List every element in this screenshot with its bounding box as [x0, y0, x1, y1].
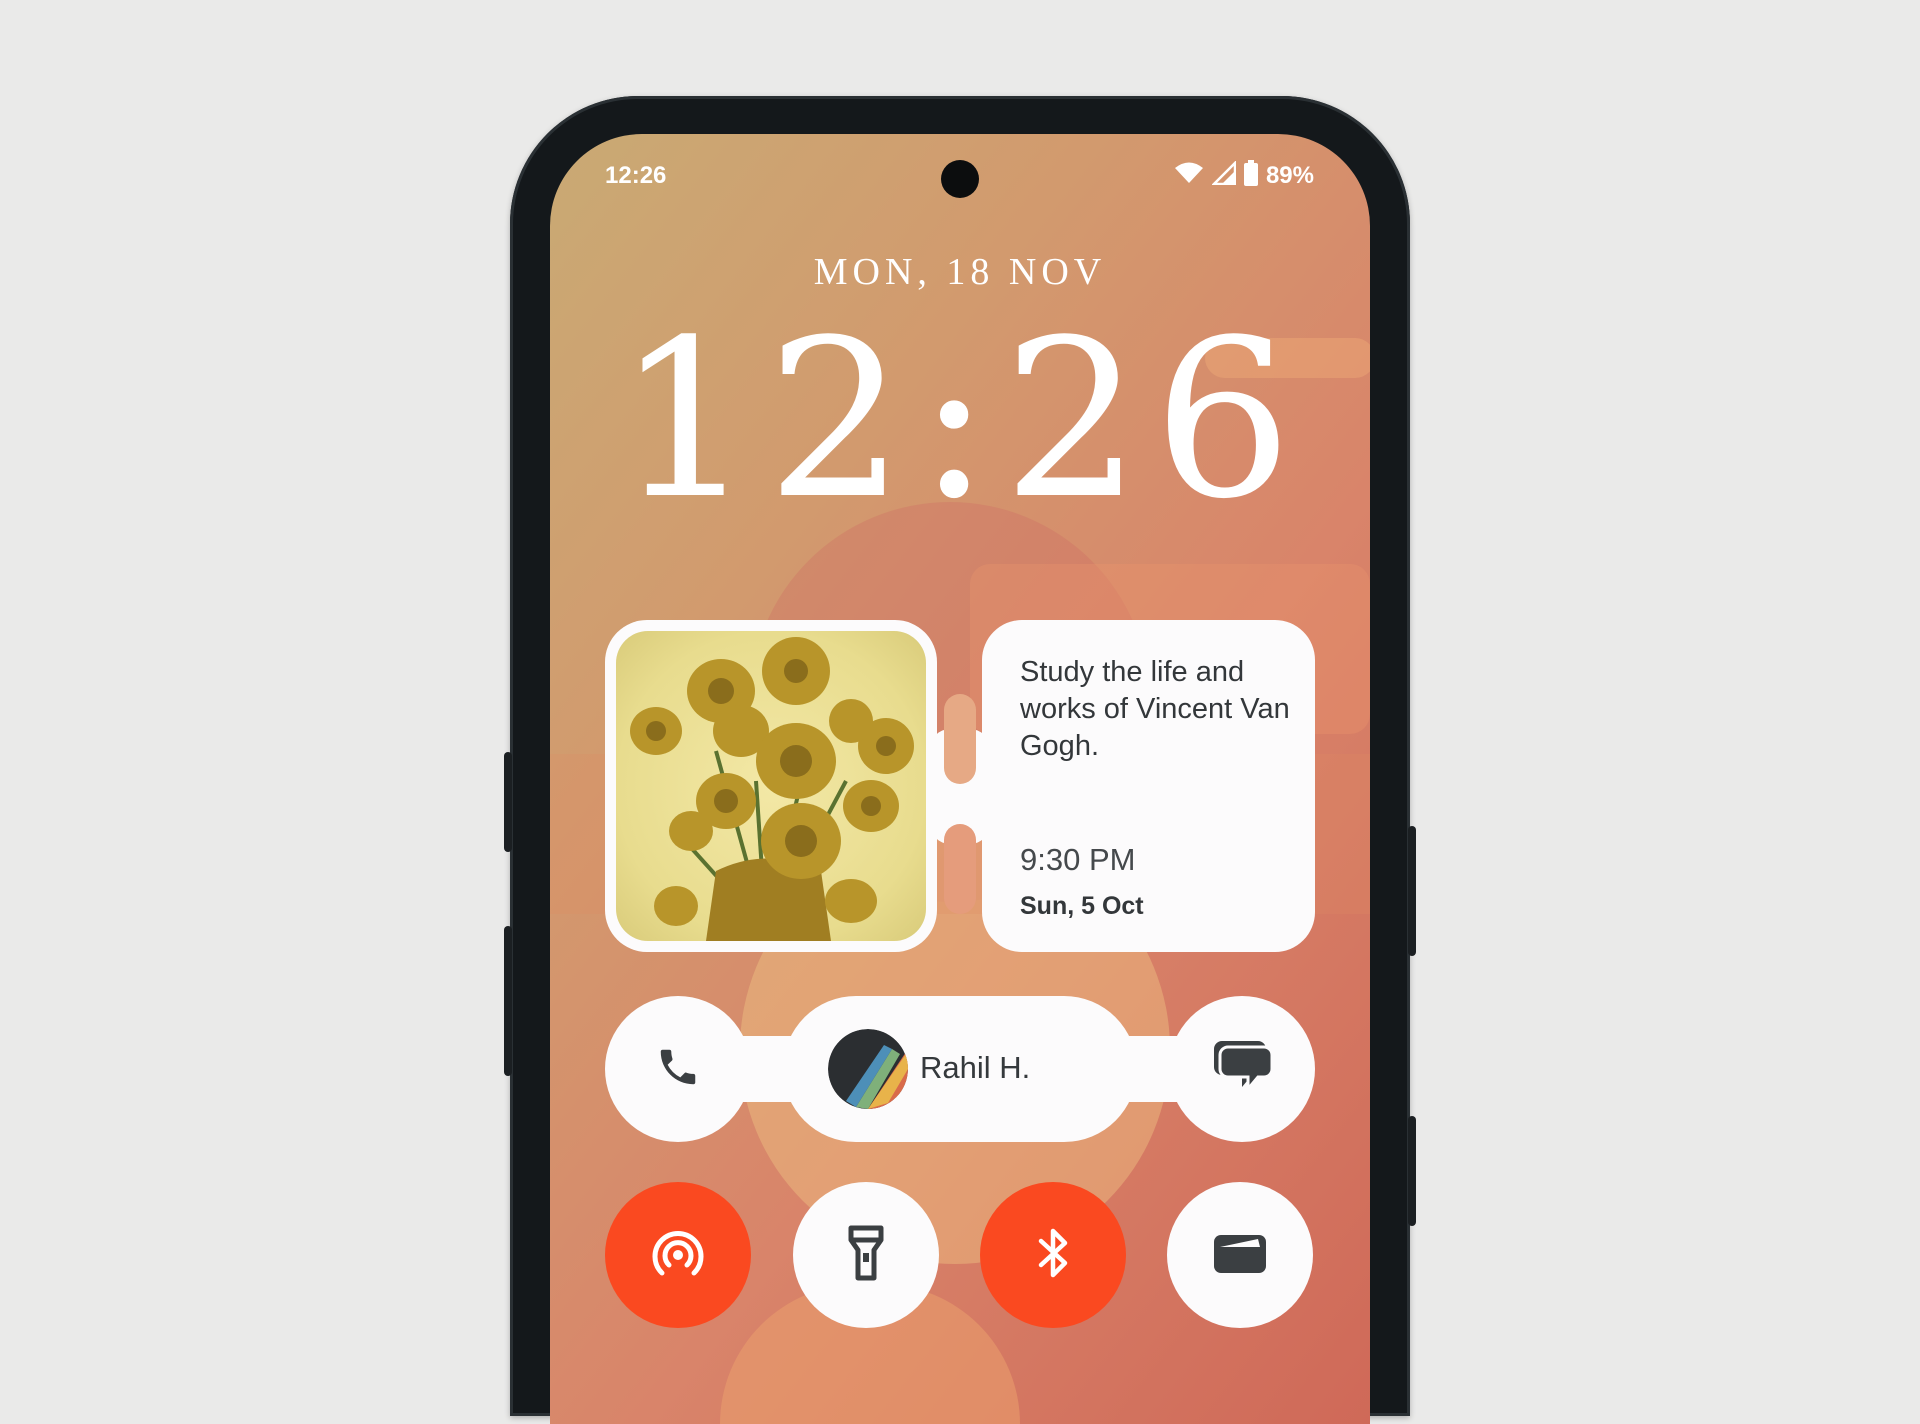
hotspot-toggle[interactable]: [605, 1182, 751, 1328]
phone-frame: 12:26 89% MON, 18 NOV 12:26 Study the li…: [504, 96, 1416, 1424]
status-time: 12:26: [605, 162, 667, 189]
cellular-signal-icon: [1210, 159, 1237, 190]
reminder-time: 9:30 PM: [1020, 842, 1136, 877]
battery-percentage: 89%: [1265, 161, 1314, 189]
lockscreen: 12:26 89% MON, 18 NOV 12:26 Study the li…: [550, 134, 1370, 1424]
contact-widget: Rahil H.: [605, 996, 1315, 1142]
lockscreen-date: MON, 18 NOV: [813, 251, 1107, 293]
lockscreen-clock: 12:26: [615, 294, 1305, 547]
sunflowers-painting-image: [616, 631, 926, 941]
photo-widget[interactable]: [605, 620, 937, 952]
side-button-right-2: [1408, 1116, 1416, 1226]
reminder-widget[interactable]: Study the life and works of Vincent Van …: [982, 620, 1315, 952]
wallet-toggle[interactable]: [1167, 1182, 1313, 1328]
wifi-icon: [1174, 161, 1204, 190]
status-icons: 89%: [1174, 159, 1314, 191]
reminder-date: Sun, 5 Oct: [1020, 892, 1144, 920]
contact-avatar: [828, 1029, 908, 1109]
wallet-icon: [1212, 1231, 1268, 1280]
side-button-right-1: [1408, 826, 1416, 956]
bluetooth-icon: [1035, 1225, 1071, 1286]
reminder-text: Study the life and works of Vincent Van …: [1020, 656, 1290, 762]
messages-icon: [1212, 1039, 1274, 1100]
bluetooth-toggle[interactable]: [980, 1182, 1126, 1328]
flashlight-toggle[interactable]: [793, 1182, 939, 1328]
side-button-left-2: [504, 926, 512, 1076]
flashlight-icon: [848, 1225, 884, 1286]
status-bar: 12:26 89%: [550, 134, 1370, 214]
side-button-left-1: [504, 752, 512, 852]
phone-icon: [655, 1044, 701, 1095]
connector-notch-bottom: [944, 824, 976, 914]
message-button[interactable]: [1169, 996, 1315, 1142]
call-button[interactable]: [605, 996, 751, 1142]
contact-name: Rahil H.: [920, 1050, 1031, 1085]
battery-icon: [1243, 160, 1258, 191]
front-camera: [941, 160, 979, 198]
contact-pill[interactable]: Rahil H.: [783, 996, 1137, 1142]
connector-notch-top: [944, 694, 976, 784]
hotspot-icon: [650, 1225, 706, 1286]
